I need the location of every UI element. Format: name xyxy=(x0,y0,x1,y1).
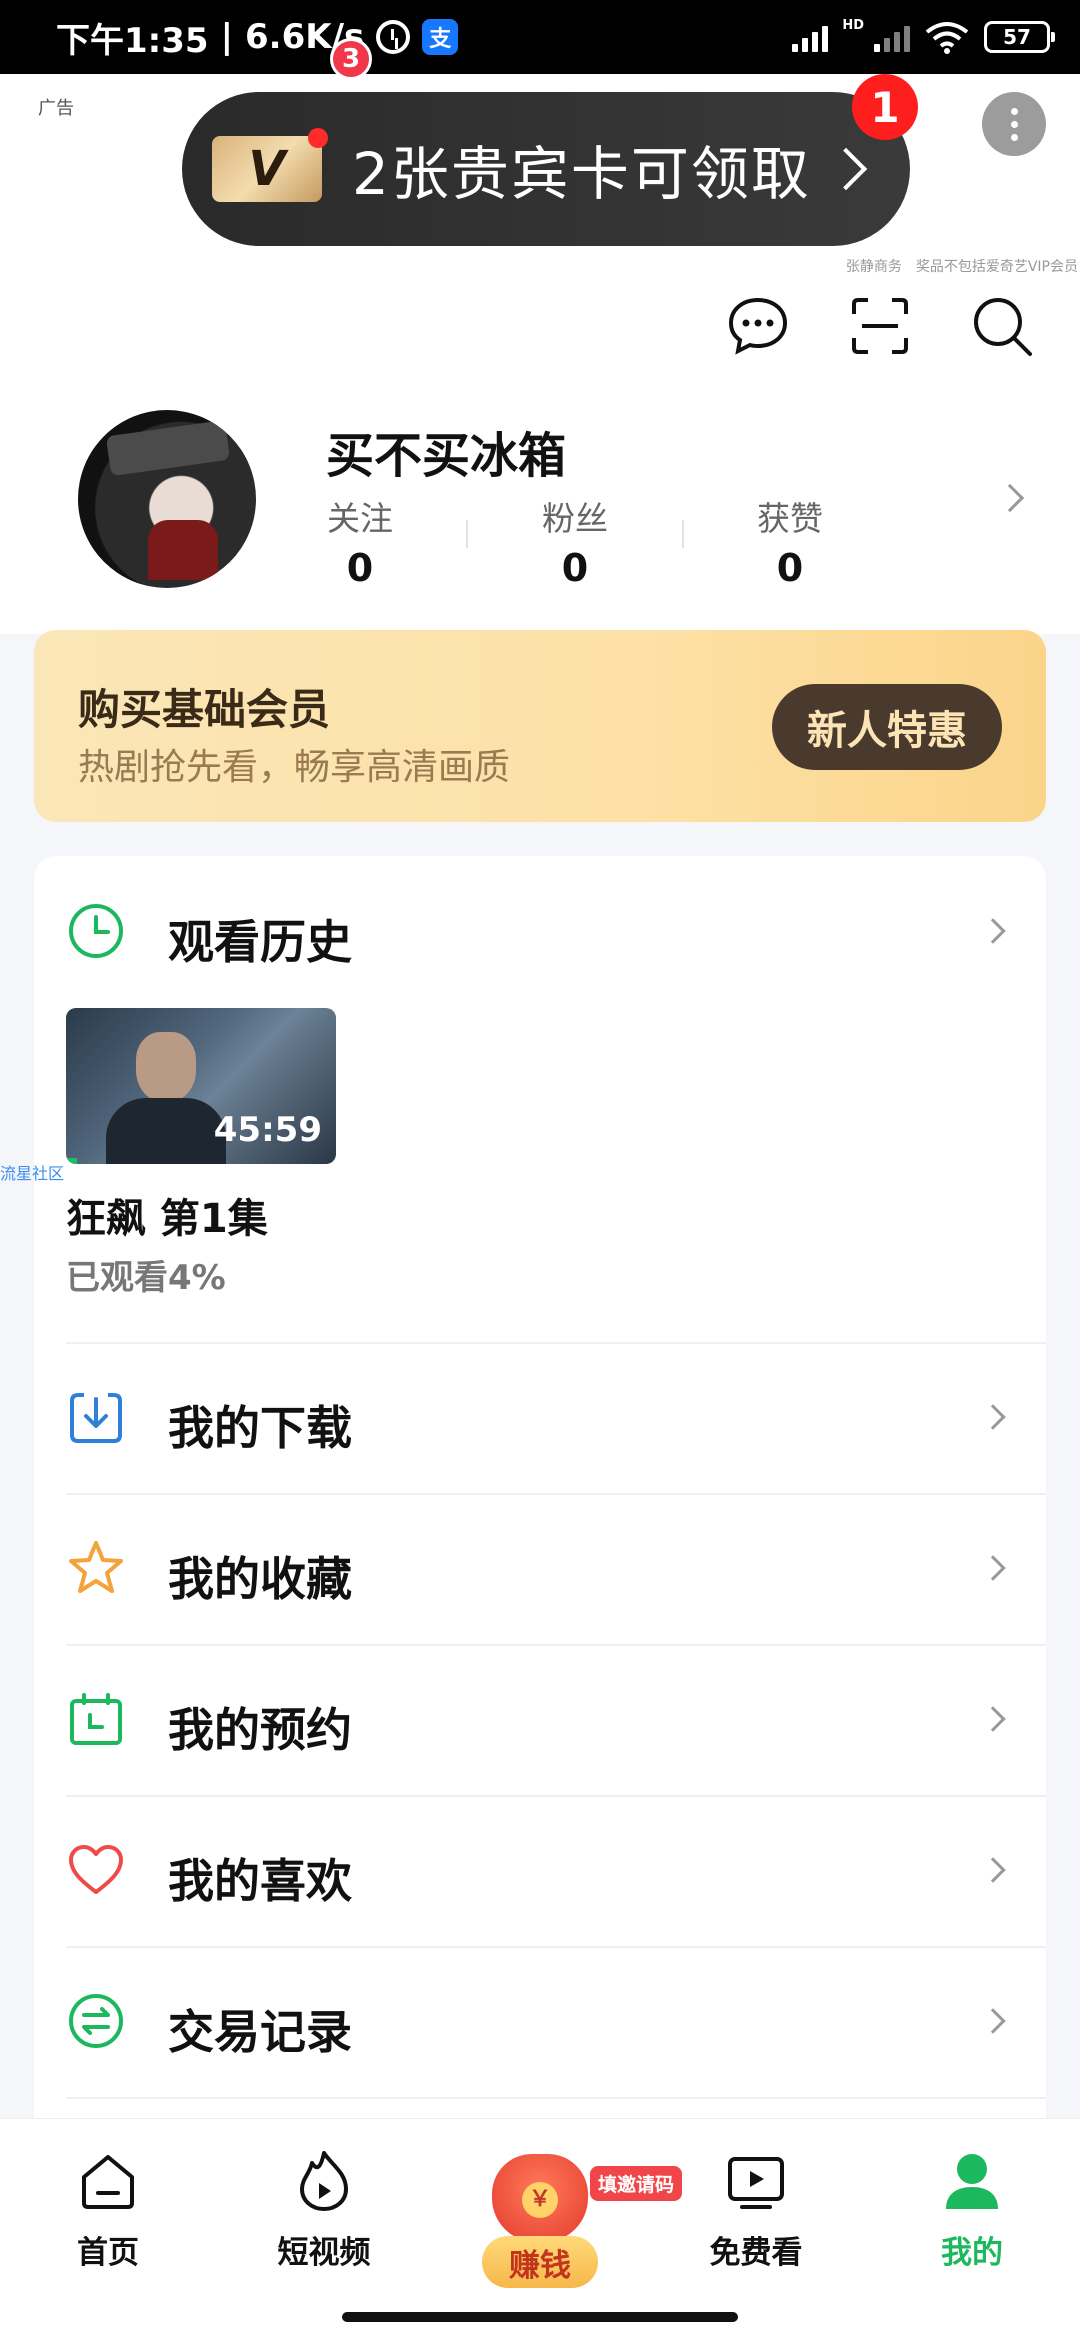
video-duration: 45:59 xyxy=(213,1110,322,1150)
download-icon xyxy=(70,1393,122,1443)
row-label: 观看历史 xyxy=(168,915,352,969)
divider xyxy=(66,1493,1046,1495)
divider xyxy=(466,520,468,548)
divider xyxy=(66,1946,1046,1948)
battery-indicator: 57 xyxy=(984,21,1055,53)
history-thumbnail[interactable]: 45:59 xyxy=(66,1008,336,1164)
tab-mine[interactable]: 我的 xyxy=(902,2149,1042,2272)
divider xyxy=(66,1342,1046,1344)
divider xyxy=(682,520,684,548)
vip-card-icon: V xyxy=(212,128,328,202)
home-icon xyxy=(82,2155,134,2209)
stat-label: 获赞 xyxy=(757,499,823,538)
divider xyxy=(66,1644,1046,1646)
tab-label: 我的 xyxy=(941,2235,1003,2271)
chevron-right-icon xyxy=(980,918,1006,944)
row-likes[interactable]: 我的喜欢 xyxy=(34,1795,1046,1945)
stat-fans[interactable]: 粉丝 0 xyxy=(515,492,635,590)
divider xyxy=(66,2097,1046,2099)
battery-level: 57 xyxy=(1003,25,1031,49)
history-item-progress: 已观看4% xyxy=(66,1258,226,1298)
side-tag[interactable]: 流星社区 xyxy=(0,1160,64,1184)
home-indicator[interactable] xyxy=(342,2312,738,2322)
star-icon xyxy=(69,1541,123,1593)
row-label: 我的喜欢 xyxy=(168,1854,352,1908)
tab-label: 短视频 xyxy=(277,2235,371,2271)
ad-banner[interactable]: V 2张贵宾卡可领取 xyxy=(182,92,910,246)
vip-card-letter: V xyxy=(248,141,286,197)
chevron-right-icon xyxy=(980,1706,1006,1732)
history-item-title[interactable]: 狂飙 第1集 xyxy=(66,1186,268,1244)
tab-label: 首页 xyxy=(77,2235,139,2271)
tab-free-watch[interactable]: 免费看 xyxy=(686,2149,826,2272)
tab-short-video[interactable]: 短视频 xyxy=(254,2149,394,2272)
tab-earn[interactable]: 赚钱 xyxy=(482,2236,598,2288)
chevron-right-icon xyxy=(980,2008,1006,2034)
avatar[interactable] xyxy=(78,410,256,588)
vip-title: 购买基础会员 xyxy=(78,685,331,734)
short-video-badge: 3 xyxy=(330,38,372,80)
clock-icon xyxy=(69,904,123,958)
vip-banner[interactable]: 购买基础会员 热剧抢先看，畅享高清画质 新人特惠 xyxy=(34,630,1046,822)
heart-icon xyxy=(69,1845,123,1894)
row-label: 我的收藏 xyxy=(168,1552,352,1606)
stat-likes[interactable]: 获赞 0 xyxy=(730,492,850,590)
tab-label: 免费看 xyxy=(709,2235,803,2271)
row-favorites[interactable]: 我的收藏 xyxy=(34,1493,1046,1643)
watch-progress-bar xyxy=(66,1158,77,1164)
notification-dot xyxy=(308,128,328,148)
new-user-offer-button[interactable]: 新人特惠 xyxy=(772,684,1002,770)
row-label: 交易记录 xyxy=(168,2005,352,2059)
chevron-right-icon xyxy=(980,1555,1006,1581)
cell-signal-2-icon xyxy=(874,22,910,52)
user-icon xyxy=(946,2154,998,2209)
row-label: 我的下载 xyxy=(168,1401,352,1455)
status-time: 下午1:35 xyxy=(56,20,209,61)
wifi-icon xyxy=(925,22,969,54)
message-icon[interactable] xyxy=(726,294,790,358)
search-icon[interactable] xyxy=(970,294,1034,358)
stat-value: 0 xyxy=(346,546,374,590)
ad-text: 2张贵宾卡可领取 xyxy=(352,140,811,208)
chevron-right-icon xyxy=(824,147,868,191)
stat-label: 粉丝 xyxy=(542,499,608,538)
cell-signal-icon xyxy=(792,22,829,52)
status-bar: 下午1:35 | 6.6K/s 支 HD 57 xyxy=(0,0,1080,74)
vip-subtitle: 热剧抢先看，畅享高清画质 xyxy=(78,747,511,788)
stat-value: 0 xyxy=(776,546,804,590)
money-bag-icon[interactable] xyxy=(492,2154,588,2242)
chevron-right-icon xyxy=(980,1404,1006,1430)
more-options-button[interactable] xyxy=(982,92,1046,156)
scan-icon[interactable] xyxy=(848,294,912,358)
stat-following[interactable]: 关注 0 xyxy=(300,492,420,590)
menu-card: 观看历史 45:59 狂飙 第1集 已观看4% 我的下载 我的收藏 我的预约 我… xyxy=(34,856,1046,2156)
username[interactable]: 买不买冰箱 xyxy=(326,416,566,486)
stat-label: 关注 xyxy=(327,499,393,538)
row-transactions[interactable]: 交易记录 xyxy=(34,1946,1046,2096)
exchange-icon xyxy=(69,1994,123,2048)
chevron-right-icon xyxy=(980,1857,1006,1883)
hd-label: HD xyxy=(842,17,864,33)
divider xyxy=(66,1795,1046,1797)
calendar-icon xyxy=(70,1693,122,1745)
alarm-icon xyxy=(376,20,411,54)
ad-disclaimer: 张静商务 奖品不包括爱奇艺VIP会员 xyxy=(845,259,1078,275)
row-reservations[interactable]: 我的预约 xyxy=(34,1644,1046,1794)
row-downloads[interactable]: 我的下载 xyxy=(34,1342,1046,1492)
row-history[interactable]: 观看历史 xyxy=(34,856,1046,1006)
flame-play-icon xyxy=(300,2151,348,2211)
row-label: 我的预约 xyxy=(168,1703,352,1757)
stat-value: 0 xyxy=(561,546,589,590)
invite-code-tag: 填邀请码 xyxy=(590,2166,683,2201)
alipay-icon: 支 xyxy=(422,19,459,55)
ad-badge: 1 xyxy=(852,74,918,140)
tab-home[interactable]: 首页 xyxy=(38,2149,178,2272)
ad-label: 广告 xyxy=(38,98,74,119)
tv-play-icon xyxy=(728,2157,784,2209)
